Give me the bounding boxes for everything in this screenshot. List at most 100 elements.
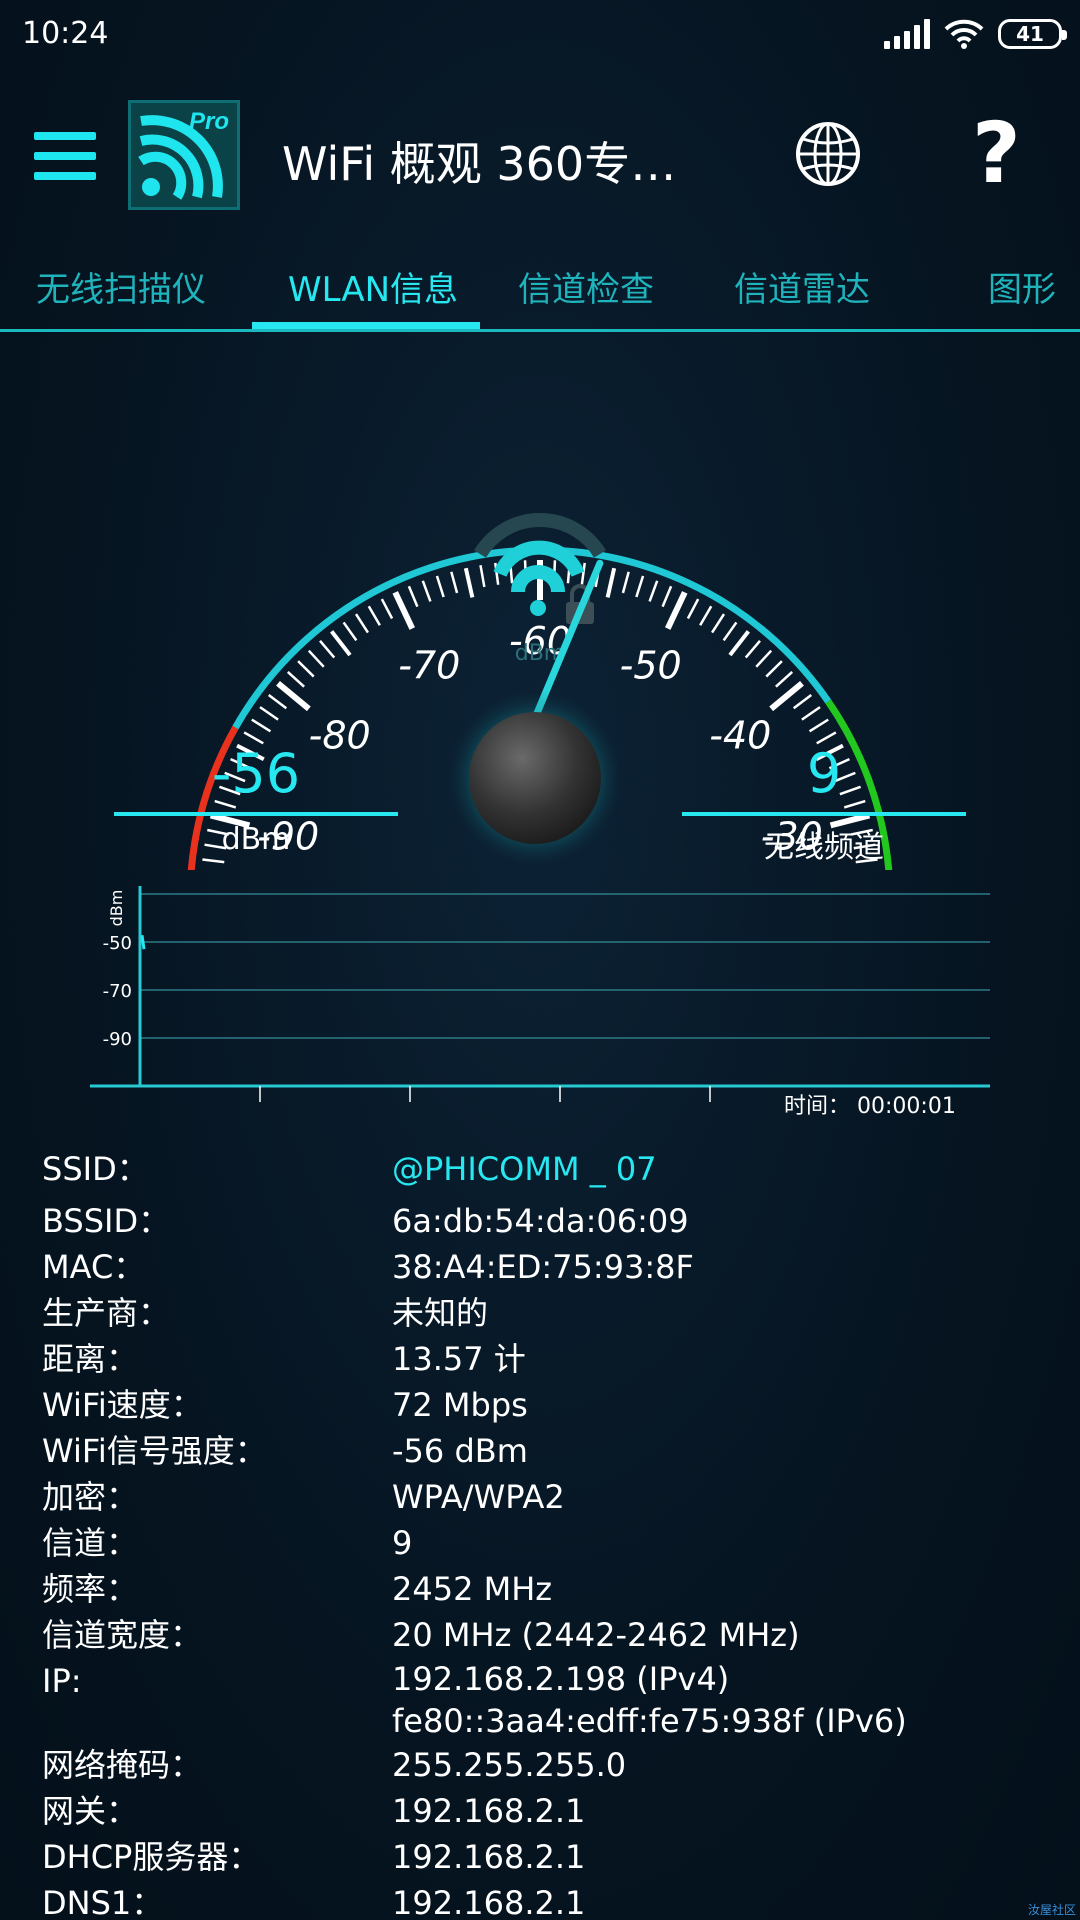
gauge-tick bbox=[580, 562, 586, 585]
watermark: 汝屋社区 bbox=[1027, 1903, 1076, 1917]
info-value: -56 dBm bbox=[392, 1432, 528, 1470]
channel-unit: 无线频道 bbox=[764, 830, 884, 865]
gauge-tick bbox=[792, 694, 813, 710]
info-label: 信道宽度： bbox=[42, 1616, 203, 1654]
info-label: MAC： bbox=[42, 1248, 146, 1286]
info-label: SSID： bbox=[42, 1150, 149, 1188]
tab-graph[interactable]: 图形 bbox=[988, 262, 1056, 311]
wlan-info-table: SSID： @PHICOMM _ 07 BSSID： 6a:db:54:da:0… bbox=[42, 1140, 1062, 1920]
info-label: BSSID： bbox=[42, 1202, 171, 1240]
info-label: 加密： bbox=[42, 1478, 139, 1516]
history-chart: dBm -50 -70 -90 bbox=[90, 886, 990, 1102]
info-label: 距离： bbox=[42, 1340, 139, 1378]
tab-channel-radar[interactable]: 信道雷达 bbox=[734, 262, 870, 311]
signal-unit: dBm bbox=[221, 822, 291, 857]
info-value: 72 Mbps bbox=[392, 1386, 528, 1424]
gauge-tick bbox=[342, 621, 358, 642]
info-row-ssid: SSID： @PHICOMM _ 07 bbox=[42, 1140, 1062, 1198]
gauge-tick bbox=[202, 858, 225, 864]
info-label: DNS1： bbox=[42, 1884, 164, 1920]
menu-icon[interactable] bbox=[34, 132, 96, 180]
gauge-tick bbox=[479, 565, 486, 588]
gauge-tick bbox=[330, 630, 352, 657]
gauge-tick bbox=[744, 639, 761, 659]
gauge-tick-label: -70 bbox=[398, 644, 460, 688]
gauge-tick bbox=[775, 671, 794, 688]
gauge-tick bbox=[251, 718, 272, 733]
signal-trace bbox=[140, 934, 146, 950]
graph-time: 时间： 00:00:01 bbox=[784, 1088, 956, 1120]
gauge-tick bbox=[711, 613, 726, 634]
gauge-tick bbox=[392, 591, 415, 630]
gauge-tick bbox=[648, 580, 659, 602]
info-value: 192.168.2.1 bbox=[392, 1838, 586, 1876]
ipv6-value: fe80::3aa4:edff:fe75:938f (IPv6) bbox=[392, 1702, 907, 1740]
gauge-tick bbox=[297, 660, 315, 678]
gauge-tick bbox=[808, 718, 829, 733]
graph-y-tick: -70 bbox=[103, 981, 132, 1002]
wifi-status-icon bbox=[944, 19, 984, 49]
gauge-tick bbox=[267, 694, 288, 710]
gauge-knob bbox=[469, 712, 601, 844]
active-tab-indicator bbox=[252, 322, 480, 329]
info-label: IP: bbox=[42, 1662, 82, 1700]
info-row-ip: IP: 192.168.2.198 (IPv4) fe80::3aa4:edff… bbox=[42, 1658, 1062, 1742]
tab-wlan-info[interactable]: WLAN信息 bbox=[288, 262, 458, 311]
info-value: 255.255.255.0 bbox=[392, 1746, 627, 1784]
info-value: 9 bbox=[392, 1524, 413, 1562]
gauge-tick bbox=[421, 580, 432, 602]
gauge-tick bbox=[722, 621, 738, 642]
app-title: WiFi 概观 360专… bbox=[282, 137, 677, 191]
info-value: @PHICOMM _ 07 bbox=[392, 1150, 657, 1188]
gauge-tick bbox=[765, 660, 783, 678]
info-value: 未知的 bbox=[392, 1294, 489, 1332]
info-row: MAC： 38:A4:ED:75:93:8F bbox=[42, 1244, 1062, 1290]
info-row: 网络掩码： 255.255.255.0 bbox=[42, 1742, 1062, 1788]
signal-value: -56 bbox=[211, 742, 301, 805]
info-value: WPA/WPA2 bbox=[392, 1478, 565, 1516]
info-row: 生产商： 未知的 bbox=[42, 1290, 1062, 1336]
help-icon[interactable]: ? bbox=[972, 104, 1021, 202]
info-row: 信道宽度： 20 MHz (2442-2462 MHz) bbox=[42, 1612, 1062, 1658]
info-row: 距离： 13.57 计 bbox=[42, 1336, 1062, 1382]
channel-readout: 9 无线频道 bbox=[682, 742, 966, 866]
globe-icon[interactable] bbox=[794, 120, 862, 188]
info-label: DHCP服务器： bbox=[42, 1838, 261, 1876]
logo-badge: Pro bbox=[189, 108, 229, 135]
app-bar: Pro WiFi 概观 360专… ? bbox=[0, 76, 1080, 236]
gauge-tick bbox=[380, 598, 394, 620]
gauge-tick bbox=[665, 591, 688, 630]
info-value: 2452 MHz bbox=[392, 1570, 553, 1608]
info-row: 频率： 2452 MHz bbox=[42, 1566, 1062, 1612]
signal-history-graph: dBm -50 -70 -90 bbox=[80, 872, 1000, 1122]
gauge-tick bbox=[286, 671, 305, 688]
info-value: 192.168.2.1 bbox=[392, 1792, 586, 1830]
info-label: WiFi速度： bbox=[42, 1386, 203, 1424]
tab-wireless-scanner[interactable]: 无线扫描仪 bbox=[36, 262, 206, 311]
gauge-tick bbox=[686, 598, 700, 620]
info-label: 信道： bbox=[42, 1524, 139, 1562]
info-label: 网关： bbox=[42, 1792, 139, 1830]
info-row: 加密： WPA/WPA2 bbox=[42, 1474, 1062, 1520]
graph-time-value: 00:00:01 bbox=[857, 1094, 956, 1119]
signal-readout: -56 dBm bbox=[114, 742, 398, 857]
gauge-tick bbox=[435, 575, 445, 598]
tab-channel-check[interactable]: 信道检查 bbox=[518, 262, 654, 311]
info-value: 13.57 计 bbox=[392, 1340, 526, 1378]
cell-signal-icon bbox=[884, 19, 930, 49]
info-value: 192.168.2.198 (IPv4) fe80::3aa4:edff:fe7… bbox=[392, 1658, 907, 1742]
signal-gauge: -100-90-80-70-60-50-40-30-20 dBm -56 dBm… bbox=[0, 330, 1080, 972]
gauge-tick bbox=[450, 571, 459, 594]
gauge-tick bbox=[635, 575, 645, 598]
status-time: 10:24 bbox=[22, 16, 109, 51]
info-label: 生产商： bbox=[42, 1294, 171, 1332]
gauge-tick bbox=[699, 605, 713, 626]
battery-icon: 41 bbox=[998, 19, 1067, 49]
info-row: DNS1： 192.168.2.1 bbox=[42, 1880, 1062, 1920]
gauge-tick bbox=[319, 639, 336, 659]
wifi-pro-logo-icon: Pro bbox=[131, 103, 237, 207]
info-row: WiFi信号强度： -56 dBm bbox=[42, 1428, 1062, 1474]
gauge-tick bbox=[354, 613, 369, 634]
app-logo: Pro bbox=[128, 100, 240, 210]
gauge-tick bbox=[621, 571, 630, 594]
